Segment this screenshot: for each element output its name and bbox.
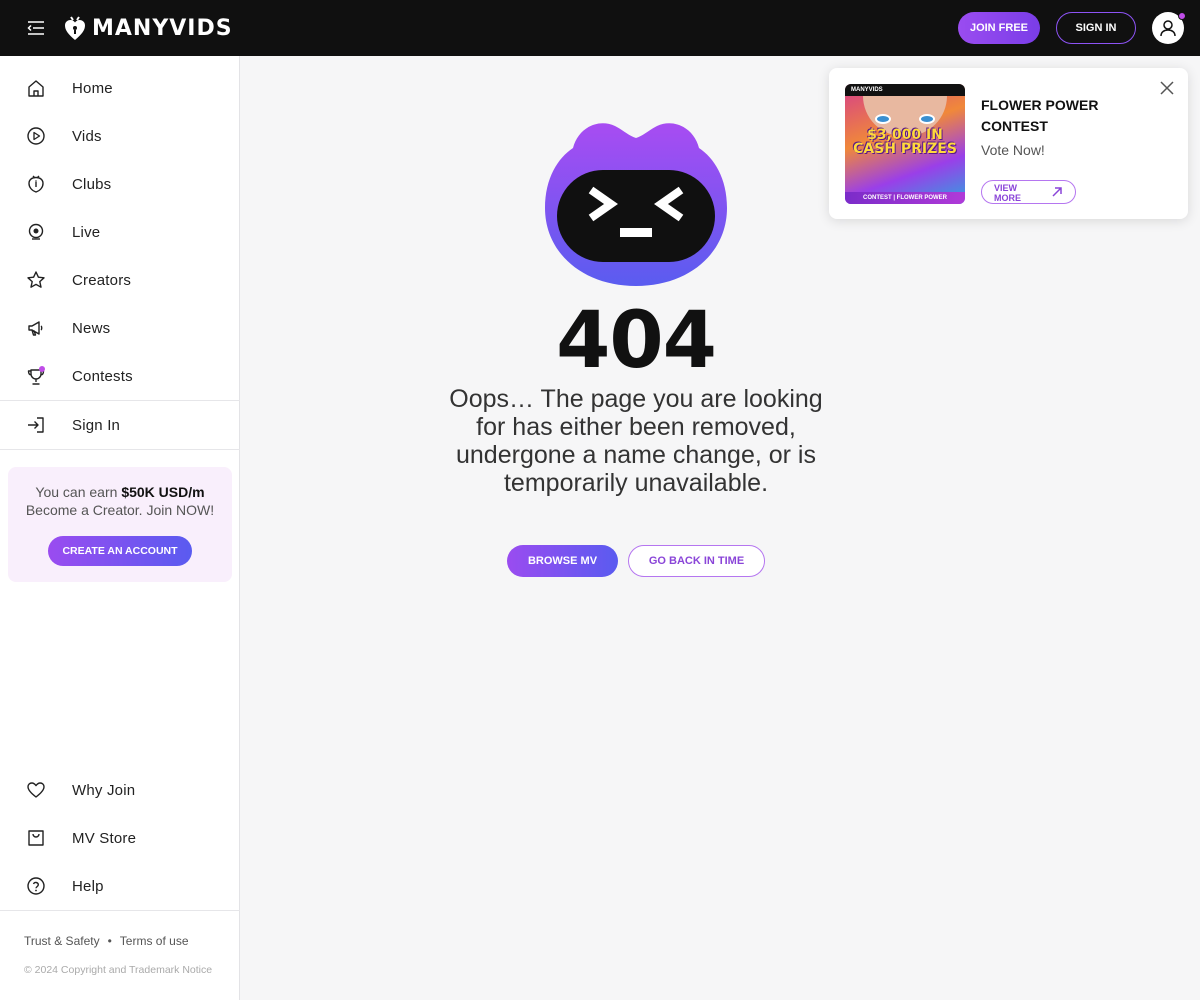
browse-mv-button[interactable]: BROWSE MV [507, 545, 618, 577]
sign-in-icon [28, 417, 44, 433]
trophy-icon [27, 366, 45, 385]
thumb-eye [875, 114, 891, 124]
sidebar-item-help[interactable]: Help [0, 862, 240, 910]
webcam-icon [28, 223, 44, 240]
thumb-contest-label: CONTEST | FLOWER POWER [845, 192, 965, 204]
contest-popup: MANYVIDS $3,000 IN CASH PRIZES CONTEST |… [829, 68, 1188, 219]
join-free-button[interactable]: JOIN FREE [958, 12, 1040, 44]
thumb-eye [919, 114, 935, 124]
popup-subtitle: Vote Now! [981, 142, 1045, 158]
error-mascot-icon [545, 123, 727, 286]
sidebar-item-label: Creators [72, 271, 132, 289]
go-back-button[interactable]: GO BACK IN TIME [628, 545, 765, 577]
terms-of-use-link[interactable]: Terms of use [120, 934, 189, 948]
sidebar-item-sign-in[interactable]: Sign In [0, 401, 240, 449]
popup-title: FLOWER POWER CONTEST [981, 97, 1099, 134]
view-more-button[interactable]: VIEW MORE [981, 180, 1076, 204]
sidebar-item-label: Home [72, 79, 113, 97]
star-icon [27, 271, 45, 288]
promo-earn-prefix: You can earn [35, 484, 118, 500]
home-icon [28, 80, 44, 97]
play-icon [27, 127, 45, 145]
megaphone-icon [28, 321, 43, 336]
contest-thumbnail[interactable]: MANYVIDS $3,000 IN CASH PRIZES CONTEST |… [845, 84, 965, 204]
notification-dot [1178, 12, 1186, 20]
sidebar: Home Vids Clubs Live Creators News Conte… [0, 56, 240, 1000]
sidebar-divider [0, 910, 240, 911]
sidebar-item-label: Why Join [72, 781, 136, 799]
sidebar-item-vids[interactable]: Vids [0, 112, 240, 160]
promo-cta-text: Become a Creator. Join NOW! [25, 502, 215, 518]
close-icon[interactable] [1159, 80, 1175, 96]
view-more-label: VIEW MORE [994, 182, 1021, 203]
sidebar-item-home[interactable]: Home [0, 64, 240, 112]
copyright-notice[interactable]: © 2024 Copyright and Trademark Notice [24, 964, 212, 976]
collapse-menu-icon[interactable] [26, 18, 46, 38]
footer-links: Trust & Safety • Terms of use [24, 934, 189, 948]
arrow-up-right-icon [1052, 187, 1062, 197]
promo-earn-amount: $50K USD/m [121, 484, 205, 500]
sidebar-item-mv-store[interactable]: MV Store [0, 814, 240, 862]
trust-safety-link[interactable]: Trust & Safety [24, 934, 100, 948]
user-avatar-button[interactable] [1152, 12, 1186, 44]
error-code: 404 [556, 296, 717, 386]
error-message: Oops… The page you are looking for has e… [449, 385, 823, 497]
promo-earn-text: You can earn $50K USD/m [8, 484, 232, 500]
sidebar-item-news[interactable]: News [0, 304, 240, 352]
shopping-bag-icon [28, 830, 44, 846]
thumb-logo: MANYVIDS [845, 84, 965, 96]
sidebar-item-live[interactable]: Live [0, 208, 240, 256]
thumb-prize-text: $3,000 IN CASH PRIZES [853, 127, 957, 157]
footer-separator: • [107, 934, 112, 948]
create-account-button[interactable]: CREATE AN ACCOUNT [48, 536, 192, 566]
sidebar-item-label: Contests [72, 367, 133, 385]
sign-in-button[interactable]: SIGN IN [1056, 12, 1136, 44]
help-icon [27, 877, 45, 895]
sidebar-item-clubs[interactable]: Clubs [0, 160, 240, 208]
sidebar-item-label: Live [72, 223, 101, 241]
sidebar-divider [0, 449, 240, 450]
sidebar-item-label: Sign In [72, 416, 121, 434]
sidebar-item-label: Vids [72, 127, 102, 145]
logo-text: MANYVIDS [92, 15, 233, 41]
sidebar-item-creators[interactable]: Creators [0, 256, 240, 304]
sidebar-item-contests[interactable]: Contests [0, 352, 240, 400]
sidebar-item-label: Clubs [72, 175, 112, 193]
sidebar-item-label: Help [72, 877, 104, 895]
heart-icon [27, 782, 45, 798]
top-header: MANYVIDS JOIN FREE SIGN IN [0, 0, 1200, 56]
user-icon [1160, 20, 1176, 37]
manyvids-logo[interactable]: MANYVIDS [64, 14, 233, 42]
sidebar-item-label: MV Store [72, 829, 137, 847]
clubs-icon [28, 175, 44, 193]
logo-heart-icon [65, 16, 85, 40]
sidebar-item-label: News [72, 319, 111, 337]
sidebar-item-why-join[interactable]: Why Join [0, 766, 240, 814]
creator-promo-card: You can earn $50K USD/m Become a Creator… [8, 467, 232, 582]
